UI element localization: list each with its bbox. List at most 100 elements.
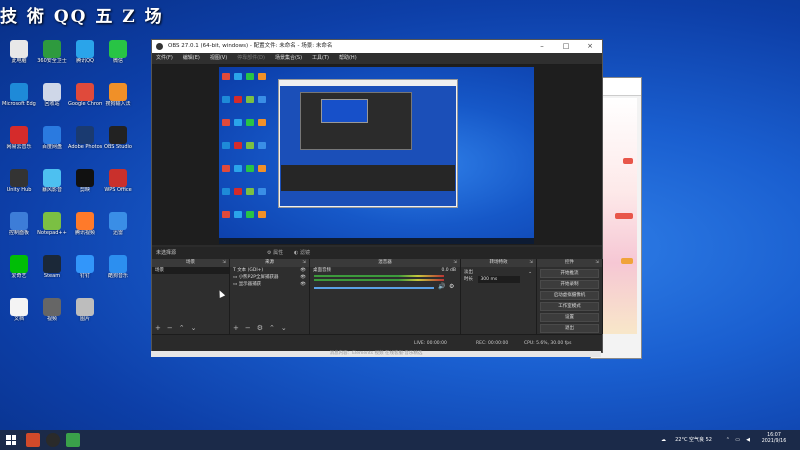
rec-status: REC: 00:00:00: [476, 341, 509, 346]
remove-source-button[interactable]: −: [245, 324, 251, 332]
desktop-icon[interactable]: 此电脑: [2, 40, 36, 80]
preview-desktop-icon: [246, 119, 254, 126]
desktop-icon[interactable]: 图片: [68, 298, 102, 338]
desktop-icon-label: 搜狗输入法: [105, 101, 131, 107]
dock-close-icon[interactable]: ⇲: [302, 259, 306, 267]
dock-close-icon[interactable]: ⇲: [453, 259, 457, 267]
obs-titlebar[interactable]: OBS 27.0.1 (64-bit, windows) - 配置文件: 未命名…: [152, 40, 602, 53]
visibility-eye-icon[interactable]: 👁: [300, 281, 306, 288]
desktop-icon[interactable]: 网易云音乐: [2, 126, 36, 166]
desktop-icon[interactable]: 剪映: [68, 169, 102, 209]
taskbar-app-icon[interactable]: [26, 433, 40, 447]
desktop-icon[interactable]: 酷狗音乐: [101, 255, 135, 295]
weather-icon[interactable]: ☁: [661, 430, 666, 450]
desktop-icon-label: 图片: [79, 316, 90, 322]
weather-text[interactable]: 22°C 空气良 52: [675, 430, 712, 450]
source-item[interactable]: ▭ 小熊P2P全屏捕获器 👁: [230, 274, 309, 281]
desktop-icon[interactable]: Steam: [35, 255, 69, 295]
desktop-icon[interactable]: Google Chrome: [68, 83, 102, 123]
close-button[interactable]: ×: [578, 40, 602, 53]
preview-desktop-icon: [234, 73, 242, 80]
windows-start-icon[interactable]: [6, 435, 16, 445]
move-up-icon[interactable]: ⌃: [269, 324, 275, 332]
desktop-icon[interactable]: 回收站: [35, 83, 69, 123]
minimize-button[interactable]: –: [530, 40, 554, 53]
clock-date: 2021/9/16: [761, 439, 787, 444]
desktop-icon[interactable]: Adobe Photoshop: [68, 126, 102, 166]
preview-desktop-icon: [258, 96, 266, 103]
desktop-icon[interactable]: 视频: [35, 298, 69, 338]
volume-icon[interactable]: ◀: [746, 430, 750, 450]
desktop-icon[interactable]: 腾讯视频: [68, 212, 102, 252]
controls-dock: 控件 ⇲ 开始推流 开始录制 启动虚拟摄像机 工作室模式 设置 退出: [537, 259, 603, 334]
move-down-icon[interactable]: ⌄: [281, 324, 287, 332]
source-item[interactable]: T 文本 (GDI+) 👁: [230, 267, 309, 274]
maximize-button[interactable]: □: [554, 40, 578, 53]
duration-input[interactable]: 300 ms: [478, 276, 521, 283]
menu-item[interactable]: 场景集合(S): [275, 55, 302, 61]
control-button[interactable]: 退出: [540, 324, 599, 333]
menu-item[interactable]: 工具(T): [312, 55, 329, 61]
app-icon: [43, 212, 61, 230]
dock-close-icon[interactable]: ⇲: [222, 259, 226, 267]
control-button[interactable]: 开始推流: [540, 269, 599, 278]
move-down-icon[interactable]: ⌄: [191, 324, 197, 332]
filters-button[interactable]: ◐ 滤镜: [294, 247, 310, 259]
visibility-eye-icon[interactable]: 👁: [300, 274, 306, 281]
menu-item[interactable]: 帮助(H): [339, 55, 357, 61]
desktop-icon[interactable]: 控制面板: [2, 212, 36, 252]
nested-obs-preview: [300, 92, 412, 150]
menu-item[interactable]: 停靠部件(D): [237, 55, 265, 61]
desktop-icon[interactable]: Notepad++: [35, 212, 69, 252]
control-button[interactable]: 工作室模式: [540, 302, 599, 311]
menu-item[interactable]: 编辑(E): [183, 55, 200, 61]
dock-close-icon[interactable]: ⇲: [529, 259, 533, 267]
obs-statusbar: LIVE: 00:00:00 REC: 00:00:00 CPU: 5.6%, …: [152, 334, 602, 352]
desktop-icon[interactable]: 钉钉: [68, 255, 102, 295]
obs-window[interactable]: OBS 27.0.1 (64-bit, windows) - 配置文件: 未命名…: [151, 39, 603, 353]
control-button[interactable]: 启动虚拟摄像机: [540, 291, 599, 300]
dock-close-icon[interactable]: ⇲: [595, 259, 599, 267]
desktop-icon[interactable]: 360安全卫士: [35, 40, 69, 80]
preview-area[interactable]: [152, 65, 602, 245]
clock[interactable]: 16:07 2021/9/16: [754, 433, 794, 445]
control-button[interactable]: 设置: [540, 313, 599, 322]
desktop-icon[interactable]: 暴风影音: [35, 169, 69, 209]
add-scene-button[interactable]: +: [155, 324, 161, 332]
remove-scene-button[interactable]: −: [167, 324, 173, 332]
menu-item[interactable]: 视图(V): [210, 55, 227, 61]
desktop-icon[interactable]: 腾讯QQ: [68, 40, 102, 80]
transition-select[interactable]: 淡出 ⌄: [461, 269, 536, 276]
taskbar-app-icon[interactable]: [66, 433, 80, 447]
mixer-settings-icon[interactable]: ⚙: [449, 283, 454, 290]
preview-desktop-icon: [246, 96, 254, 103]
visibility-eye-icon[interactable]: 👁: [300, 267, 306, 274]
desktop-icon[interactable]: 搜狗输入法: [101, 83, 135, 123]
preview-desktop-icon: [222, 73, 230, 80]
tray-chevron-icon[interactable]: ⌃: [726, 430, 730, 450]
source-settings-icon[interactable]: ⚙: [257, 324, 263, 332]
desktop-icon-label: Unity Hub: [6, 187, 32, 193]
desktop-icon[interactable]: 文档: [2, 298, 36, 338]
desktop-icon[interactable]: Microsoft Edge: [2, 83, 36, 123]
desktop-icon[interactable]: Unity Hub: [2, 169, 36, 209]
speaker-icon[interactable]: 🔊: [438, 283, 445, 290]
control-button[interactable]: 开始录制: [540, 280, 599, 289]
desktop-icon[interactable]: OBS Studio: [101, 126, 135, 166]
scene-item[interactable]: 场景: [152, 267, 229, 274]
network-icon[interactable]: ▭: [735, 430, 740, 450]
move-up-icon[interactable]: ⌃: [179, 324, 185, 332]
desktop-icon[interactable]: 百度网盘: [35, 126, 69, 166]
obs-taskbar-icon[interactable]: [46, 433, 60, 447]
properties-button[interactable]: ⚙ 属性: [267, 247, 283, 259]
desktop-icon[interactable]: 迅雷: [101, 212, 135, 252]
desktop-icon[interactable]: 微信: [101, 40, 135, 80]
add-source-button[interactable]: +: [233, 324, 239, 332]
desktop-icon[interactable]: 爱奇艺: [2, 255, 36, 295]
desktop-icon[interactable]: WPS Office: [101, 169, 135, 209]
volume-slider[interactable]: [314, 287, 434, 289]
preview-canvas[interactable]: [219, 67, 534, 244]
menu-item[interactable]: 文件(F): [156, 55, 173, 61]
audio-meter: [314, 279, 444, 281]
source-item[interactable]: ▭ 显示器捕获 👁: [230, 281, 309, 288]
